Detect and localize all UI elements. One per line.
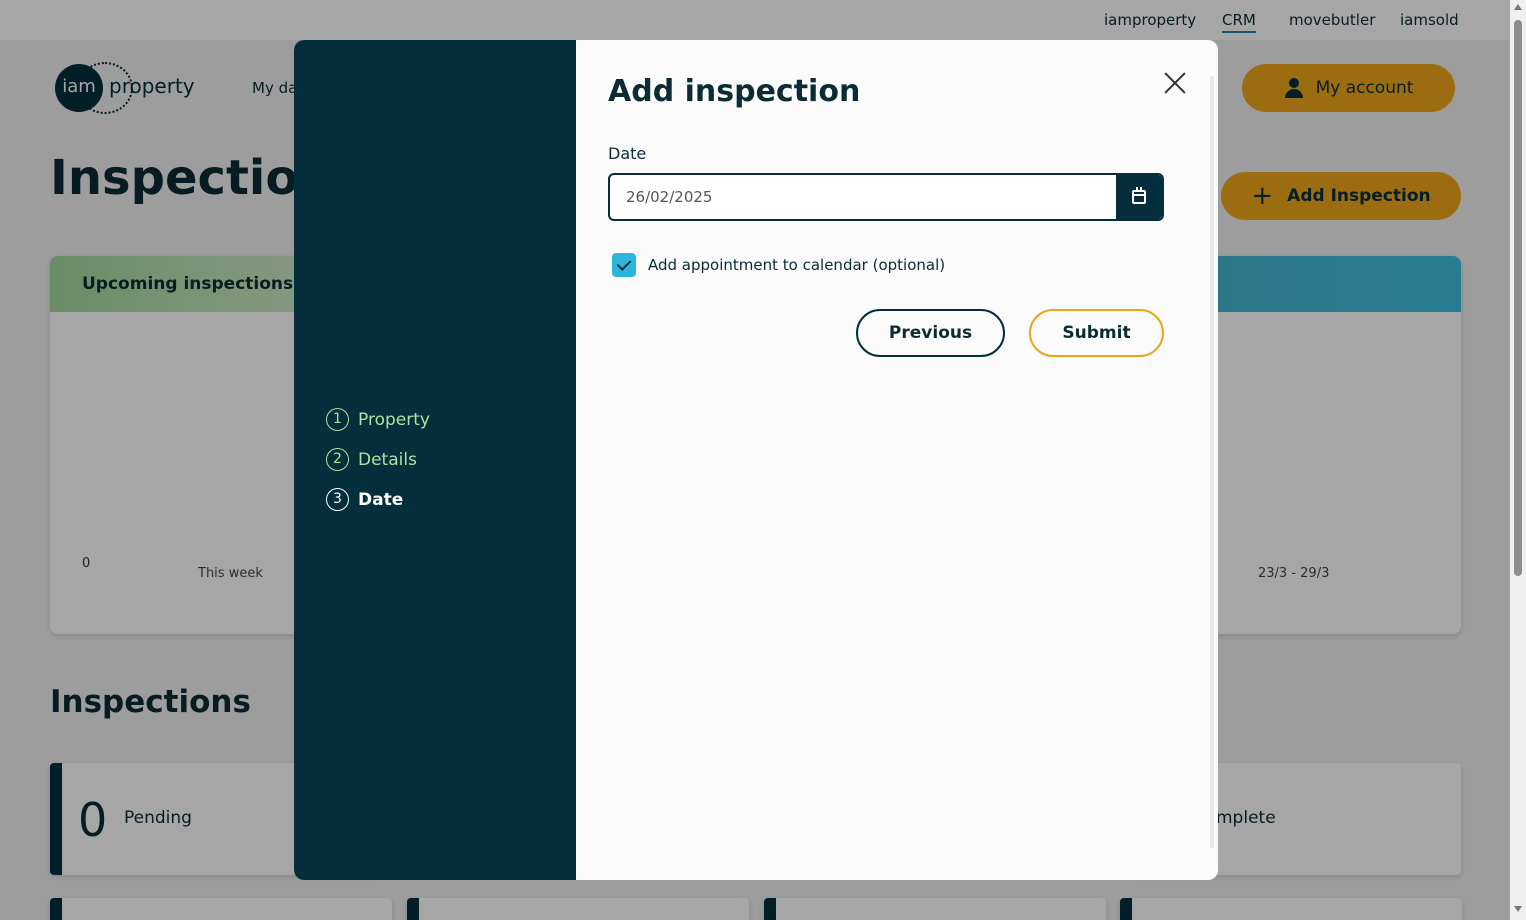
close-icon[interactable]: [1160, 68, 1190, 98]
step-property[interactable]: 1 Property: [326, 408, 430, 431]
step-label: Property: [358, 409, 430, 430]
step-number: 3: [326, 488, 349, 511]
calendar-button[interactable]: [1116, 175, 1162, 219]
scrollbar-thumb[interactable]: [1514, 20, 1522, 576]
step-number: 1: [326, 408, 349, 431]
step-label: Details: [358, 449, 417, 470]
add-to-calendar-checkbox[interactable]: [612, 253, 636, 277]
submit-button[interactable]: Submit: [1029, 309, 1164, 357]
scroll-down-arrow-icon[interactable]: [1514, 906, 1522, 912]
calendar-icon: [1132, 187, 1146, 204]
step-number: 2: [326, 448, 349, 471]
scroll-up-arrow-icon[interactable]: [1514, 4, 1522, 10]
modal-steps-sidebar: 1 Property 2 Details 3 Date: [294, 40, 576, 880]
date-field: [608, 173, 1164, 221]
step-label: Date: [358, 489, 404, 510]
date-field-label: Date: [608, 144, 647, 163]
modal-content: Add inspection Date Add appointment to c…: [576, 40, 1218, 880]
step-details[interactable]: 2 Details: [326, 448, 417, 471]
add-to-calendar-label: Add appointment to calendar (optional): [648, 256, 946, 274]
step-date[interactable]: 3 Date: [326, 488, 403, 511]
add-to-calendar-row: Add appointment to calendar (optional): [612, 253, 945, 277]
page-scrollbar[interactable]: [1510, 0, 1526, 920]
date-input[interactable]: [610, 175, 1116, 219]
modal-title: Add inspection: [608, 74, 861, 109]
previous-button[interactable]: Previous: [856, 309, 1005, 357]
add-inspection-modal: 1 Property 2 Details 3 Date Add inspecti…: [294, 40, 1218, 880]
modal-scrollbar[interactable]: [1210, 76, 1214, 848]
